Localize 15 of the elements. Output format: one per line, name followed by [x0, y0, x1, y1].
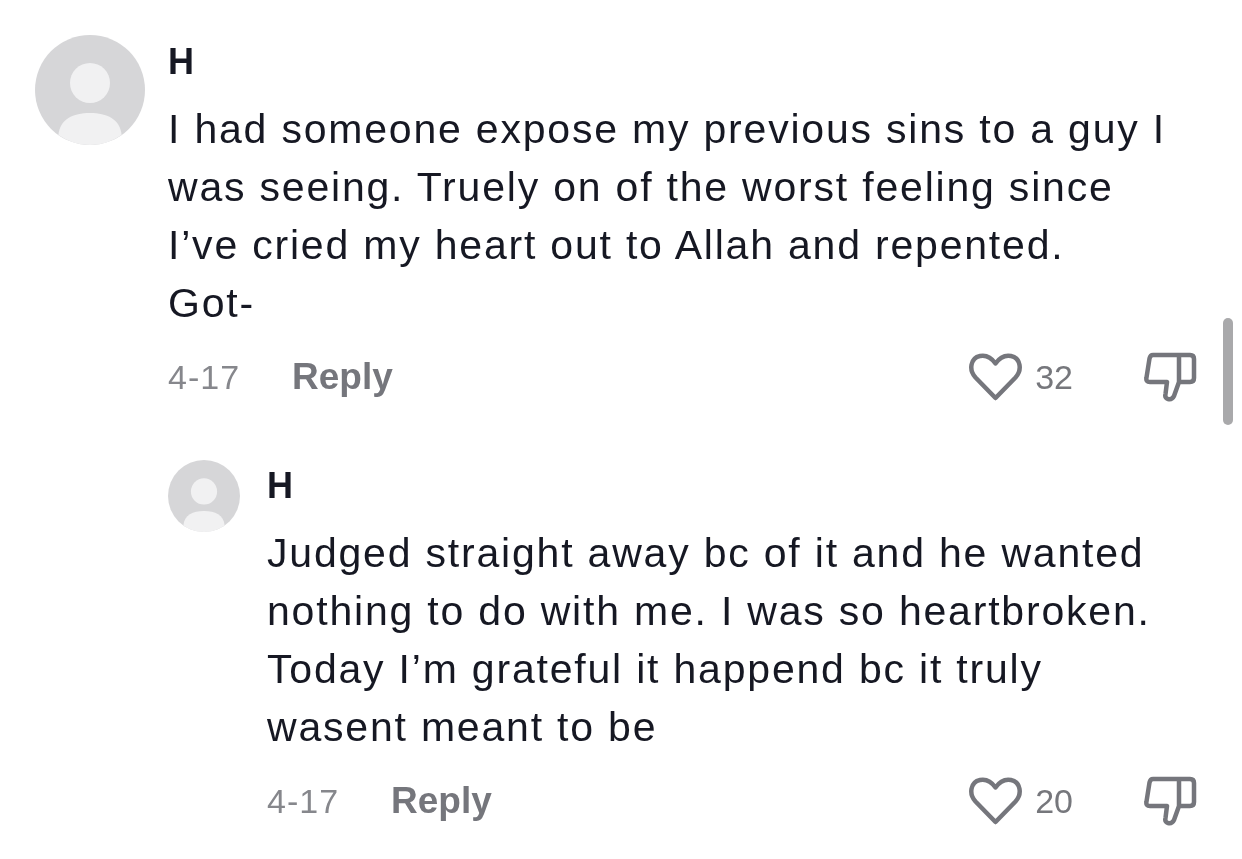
- author-name: H: [168, 42, 194, 82]
- comment-date: 4-17: [168, 357, 241, 397]
- like-button[interactable]: 32: [968, 352, 1073, 402]
- avatar-icon: [168, 460, 240, 532]
- reply-button[interactable]: Reply: [391, 780, 492, 822]
- scrollbar-thumb[interactable]: [1223, 318, 1233, 425]
- comment-text: I had someone expose my previous sins to a guy I was seeing. Truely on of the worst feeling since I’ve cried my heart out to Allah and repented. Got-: [168, 105, 1166, 328]
- like-button[interactable]: 20: [968, 776, 1073, 826]
- thumbs-down-icon[interactable]: [1143, 776, 1197, 826]
- reply-button[interactable]: Reply: [292, 356, 393, 398]
- thumbs-down-icon[interactable]: [1143, 352, 1197, 402]
- avatar-icon: [35, 35, 145, 145]
- comment-text: Judged straight away bc of it and he wanted nothing to do with me. I was so heartbroken. Today I’m grateful it happend bc it truly wasent meant to be: [267, 529, 1151, 752]
- author-name: H: [267, 466, 293, 506]
- comment-date: 4-17: [267, 781, 340, 821]
